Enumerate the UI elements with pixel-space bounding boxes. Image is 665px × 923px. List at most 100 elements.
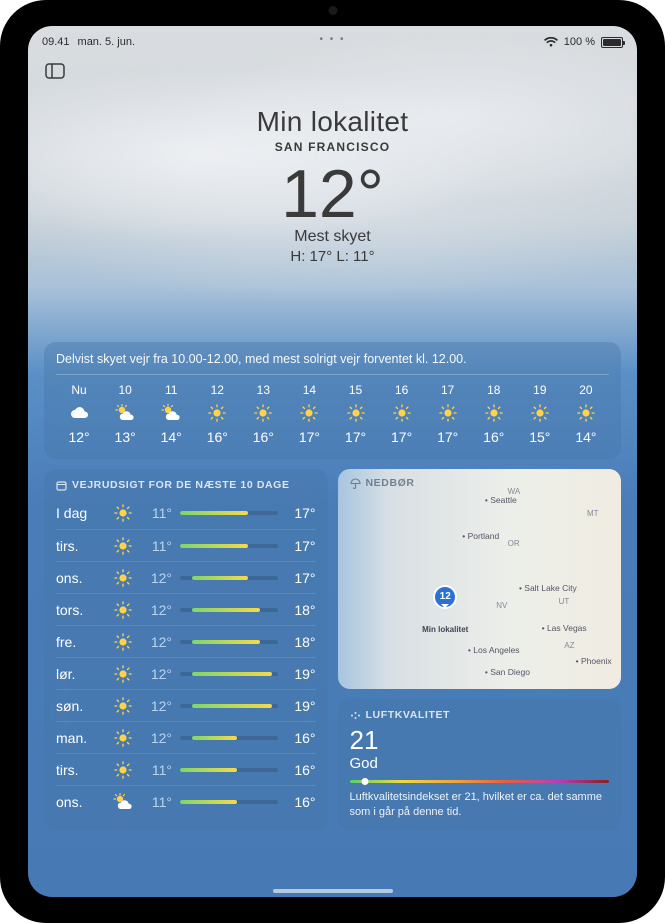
- sidebar-toggle-button[interactable]: [42, 60, 68, 82]
- status-bar: 09.41 man. 5. jun. 100 %: [28, 32, 637, 52]
- hour-condition-icon: [392, 403, 412, 423]
- day-low: 12°: [142, 634, 172, 650]
- day-temp-bar: [180, 640, 278, 644]
- day-row[interactable]: ons.11°16°: [56, 785, 316, 817]
- hour-item[interactable]: 17 17°: [425, 379, 471, 449]
- map-state-label: UT: [559, 597, 570, 606]
- hour-label: 10: [118, 383, 131, 397]
- day-row[interactable]: tors.12°18°: [56, 593, 316, 625]
- umbrella-icon: [350, 478, 361, 489]
- day-temp-bar: [180, 511, 278, 515]
- day-high: 18°: [286, 634, 316, 650]
- hour-temp: 15°: [529, 429, 550, 445]
- aqi-value: 21: [350, 727, 610, 753]
- day-high: 19°: [286, 666, 316, 682]
- hour-condition-icon: [299, 403, 319, 423]
- day-condition-icon: [112, 601, 134, 619]
- hour-item[interactable]: 1013°: [102, 379, 148, 449]
- map-state-label: WA: [508, 487, 521, 496]
- hour-temp: 14°: [161, 429, 182, 445]
- hour-label: 16: [395, 383, 408, 397]
- day-high: 17°: [286, 505, 316, 521]
- day-temp-bar: [180, 768, 278, 772]
- air-quality-card[interactable]: Luftkvalitet 21 God Luftkvalitetsindekse…: [338, 699, 622, 830]
- hour-condition-icon: [438, 403, 458, 423]
- hour-temp: 17°: [345, 429, 366, 445]
- status-battery-pct: 100 %: [564, 36, 595, 48]
- hourly-forecast-card[interactable]: Delvist skyet vejr fra 10.00-12.00, med …: [44, 342, 621, 459]
- day-high: 19°: [286, 698, 316, 714]
- calendar-icon: [56, 480, 67, 491]
- daily-header: Vejrudsigt for de næste 10 dage: [72, 479, 290, 491]
- home-indicator[interactable]: [273, 889, 393, 893]
- hour-label: 17: [441, 383, 454, 397]
- hour-label: 13: [257, 383, 270, 397]
- hour-condition-icon: [253, 403, 273, 423]
- front-camera: [328, 6, 337, 15]
- hour-temp: 17°: [391, 429, 412, 445]
- day-high: 16°: [286, 794, 316, 810]
- map-state-label: OR: [508, 539, 520, 548]
- day-row[interactable]: tirs.11°16°: [56, 753, 316, 785]
- hour-condition-icon: [576, 403, 596, 423]
- hour-label: 11: [165, 383, 177, 397]
- hour-item[interactable]: 16 17°: [379, 379, 425, 449]
- hour-item[interactable]: 1915°: [517, 379, 563, 449]
- high-low: H: 17° L: 11°: [28, 248, 637, 265]
- aqi-icon: [350, 710, 361, 721]
- ten-day-forecast-card[interactable]: Vejrudsigt for de næste 10 dage I dag11°…: [44, 469, 328, 830]
- day-condition-icon: [112, 537, 134, 555]
- hour-item[interactable]: Nu12°: [56, 379, 102, 449]
- day-low: 11°: [142, 762, 172, 778]
- hour-temp: 14°: [575, 429, 596, 445]
- hour-item[interactable]: 15 17°: [332, 379, 378, 449]
- day-row[interactable]: man.12°16°: [56, 721, 316, 753]
- hour-item[interactable]: 1216°: [194, 379, 240, 449]
- hour-temp: 17°: [437, 429, 458, 445]
- map-state-label: MT: [587, 509, 599, 518]
- current-weather-hero: Min lokalitet SAN FRANCISCO 12° Mest sky…: [28, 106, 637, 265]
- map-pin-temp: 12: [440, 591, 451, 602]
- hour-item[interactable]: 11 14°: [148, 379, 194, 449]
- day-row[interactable]: ons. 12° 17°: [56, 561, 316, 593]
- day-name: tirs.: [56, 538, 104, 554]
- day-row[interactable]: I dag11°17°: [56, 497, 316, 529]
- precipitation-map-card[interactable]: Nedbør • Seattle• Portland• Salt Lake Ci…: [338, 469, 622, 689]
- hour-item[interactable]: 1316°: [240, 379, 286, 449]
- day-name: tirs.: [56, 762, 104, 778]
- day-name: I dag: [56, 505, 104, 521]
- day-name: ons.: [56, 570, 104, 586]
- battery-icon: [601, 37, 623, 48]
- day-temp-bar: [180, 736, 278, 740]
- day-temp-bar: [180, 544, 278, 548]
- day-row[interactable]: fre. 12° 18°: [56, 625, 316, 657]
- day-condition-icon: [112, 729, 134, 747]
- day-condition-icon: [112, 793, 134, 811]
- hour-item[interactable]: 1816°: [471, 379, 517, 449]
- day-low: 12°: [142, 570, 172, 586]
- aqi-description: Luftkvalitetsindekset er 21, hvilket er …: [350, 790, 610, 820]
- status-time: 09.41: [42, 36, 70, 48]
- day-name: fre.: [56, 634, 104, 650]
- day-name: tors.: [56, 602, 104, 618]
- day-temp-bar: [180, 704, 278, 708]
- map-city-label: • Phoenix: [576, 656, 612, 666]
- hour-condition-icon: [484, 403, 504, 423]
- day-high: 17°: [286, 570, 316, 586]
- hour-item[interactable]: 2014°: [563, 379, 609, 449]
- hour-label: 15: [349, 383, 362, 397]
- map-city-label: • Los Angeles: [468, 645, 520, 655]
- hour-item[interactable]: 1417°: [286, 379, 332, 449]
- location-label: Min lokalitet: [28, 106, 637, 138]
- map-city-label: • San Diego: [485, 667, 530, 677]
- day-condition-icon: [112, 633, 134, 651]
- day-row[interactable]: tirs.11°17°: [56, 529, 316, 561]
- aqi-indicator-dot: [362, 778, 369, 785]
- day-row[interactable]: søn.12°19°: [56, 689, 316, 721]
- city-name: SAN FRANCISCO: [28, 140, 637, 154]
- day-temp-bar: [180, 608, 278, 612]
- day-row[interactable]: lør.12°19°: [56, 657, 316, 689]
- current-condition: Mest skyet: [28, 228, 637, 246]
- day-condition-icon: [112, 504, 134, 522]
- day-temp-bar: [180, 800, 278, 804]
